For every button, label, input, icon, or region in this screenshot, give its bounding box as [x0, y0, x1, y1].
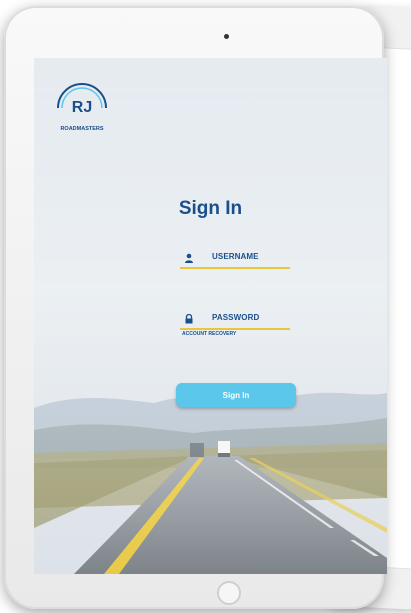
- sign-in-button[interactable]: Sign In: [176, 383, 296, 407]
- lock-icon: [185, 314, 193, 324]
- tablet-frame: RJ ROADMASTERS Sign In USERNAME PASSWORD…: [4, 6, 387, 609]
- logo-text: RJ: [72, 99, 92, 116]
- logo-caption: ROADMASTERS: [60, 126, 103, 132]
- username-label: USERNAME: [212, 252, 259, 261]
- password-label: PASSWORD: [212, 313, 260, 322]
- account-recovery-link[interactable]: ACCOUNT RECOVERY: [182, 331, 236, 337]
- roadmasters-logo: RJ ROADMASTERS: [57, 83, 107, 132]
- page-title: Sign In: [178, 198, 243, 219]
- user-icon: [185, 253, 193, 263]
- camera-dot: [224, 34, 229, 39]
- app-screen: RJ ROADMASTERS Sign In USERNAME PASSWORD…: [34, 58, 387, 574]
- username-field[interactable]: USERNAME: [180, 251, 290, 269]
- password-field[interactable]: PASSWORD: [180, 312, 290, 330]
- home-button[interactable]: [217, 581, 241, 605]
